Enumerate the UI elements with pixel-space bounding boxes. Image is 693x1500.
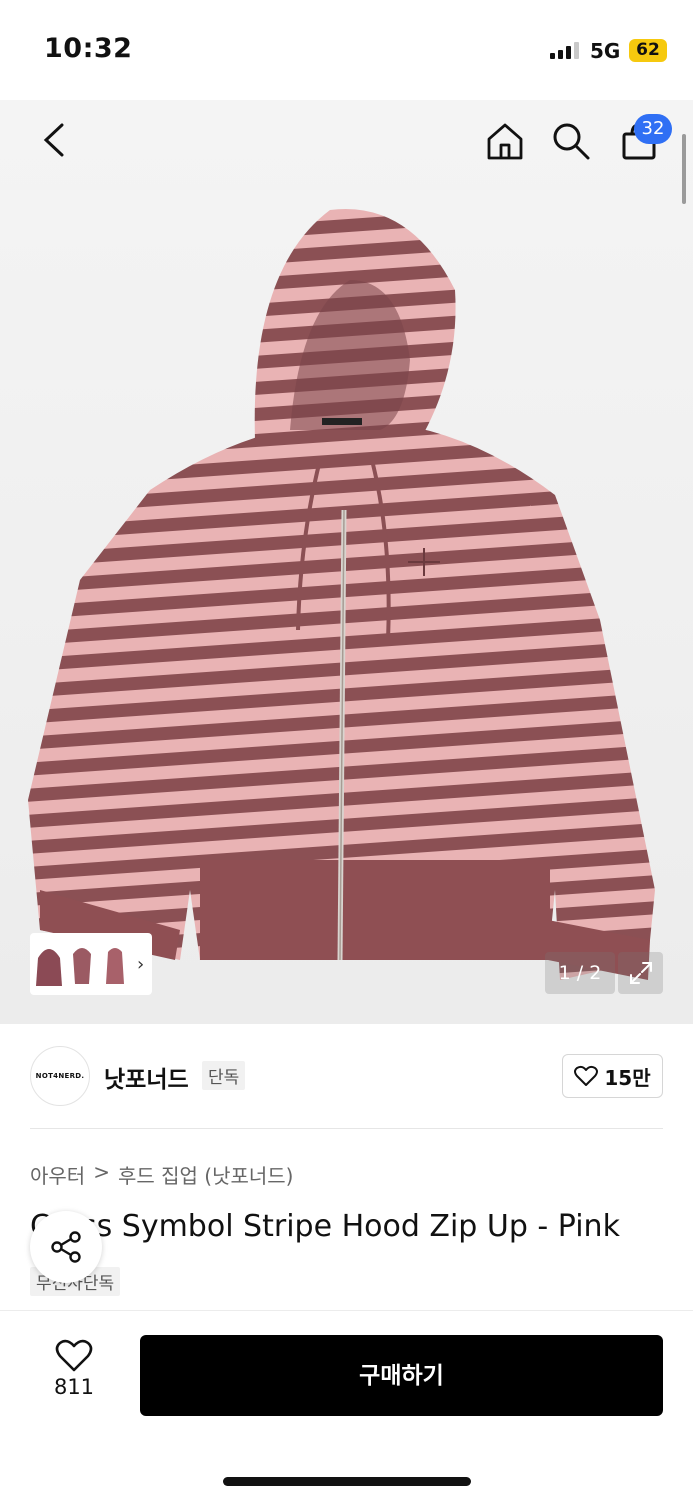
brand-row: NOT4NERD. 낫포너드 단독 15만 (30, 1046, 663, 1108)
divider (30, 1128, 663, 1129)
signal-icon (550, 42, 579, 59)
chevron-left-icon (43, 123, 64, 157)
hoodie-illustration (28, 209, 655, 980)
scrollbar[interactable] (682, 134, 686, 204)
buy-button[interactable]: 구매하기 (140, 1335, 663, 1416)
thumbnail-side[interactable] (67, 938, 97, 990)
breadcrumb-separator: > (93, 1160, 110, 1184)
cart-count-badge: 32 (634, 114, 672, 144)
heart-icon (574, 1065, 599, 1086)
expand-button[interactable] (618, 952, 663, 994)
search-button[interactable] (548, 118, 594, 164)
product-title: Cross Symbol Stripe Hood Zip Up - Pink (30, 1209, 620, 1244)
image-page-counter: 1 / 2 (545, 952, 615, 994)
brand-like-count: 15만 (604, 1065, 651, 1090)
home-button[interactable] (482, 118, 528, 164)
brand-exclusive-tag: 단독 (202, 1061, 246, 1090)
home-icon (487, 123, 523, 160)
status-bar: 10:32 5G 62 (0, 0, 693, 100)
brand-name[interactable]: 낫포너드 (104, 1060, 189, 1094)
bottom-action-bar: 811 구매하기 (0, 1310, 693, 1500)
share-icon (51, 1231, 81, 1263)
brand-like-button[interactable]: 15만 (562, 1054, 663, 1098)
wishlist-button[interactable]: 811 (38, 1339, 110, 1411)
thumbnail-front[interactable] (34, 938, 64, 990)
heart-icon (55, 1339, 93, 1372)
breadcrumb-subcategory[interactable]: 후드 집업 (낫포너드) (118, 1160, 294, 1189)
home-indicator[interactable] (223, 1477, 471, 1486)
top-navigation (0, 100, 693, 180)
search-icon (553, 123, 590, 160)
chevron-right-icon: › (137, 953, 145, 975)
status-time: 10:32 (44, 33, 133, 64)
back-button[interactable] (32, 118, 76, 162)
battery-icon: 62 (629, 39, 667, 62)
thumbnail-strip[interactable]: › (30, 933, 152, 995)
thumbnail-back[interactable] (100, 938, 130, 990)
product-image[interactable] (0, 100, 693, 1024)
breadcrumb-category[interactable]: 아우터 (30, 1160, 85, 1189)
brand-logo[interactable]: NOT4NERD. (30, 1046, 90, 1106)
network-label: 5G (590, 39, 621, 63)
expand-icon (629, 962, 652, 984)
share-button[interactable] (30, 1211, 102, 1283)
wishlist-count: 811 (53, 1375, 95, 1399)
breadcrumb: 아우터 > 후드 집업 (낫포너드) (30, 1160, 294, 1189)
